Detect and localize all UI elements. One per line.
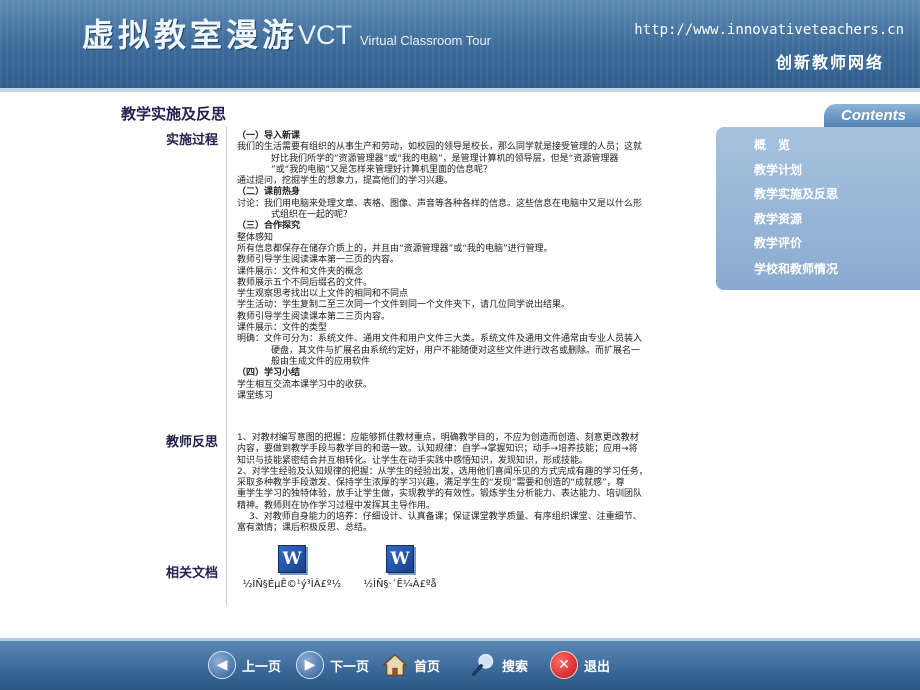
nav-item-implementation[interactable]: 教学实施及反思 [754,185,838,202]
text-line: 富有激情；课后积极反思、总结。 [237,523,373,534]
text-line: ”或“我的电脑”又是怎样来管理好计算机里面的信息呢？ [271,164,492,175]
home-button[interactable]: 首页 [382,649,440,681]
word-document-icon[interactable]: W [278,545,306,573]
nav-item-resources[interactable]: 教学资源 [754,210,802,227]
text-line: 学生相互交流本课学习中的收获。 [237,379,373,390]
arrow-right-icon[interactable]: ▶ [296,651,324,679]
search-button[interactable]: 搜索 [470,649,528,681]
text-line: 1、对教材编写意图的把握：应能够抓住教材重点，明确教学目的，不应为创造而创造、刻… [237,433,639,443]
text-line: 知识与技能紧密结合并互相转化。让学生在动手实践中感悟知识，发现知识，形成技能。 [237,455,589,466]
related-documents: W ½ÌÑ§ÉµÊ©¹ý³ÌÀ£º½ W ½ÌÑ§·´Ë¼À£ºå [237,541,697,597]
text-line: 硬盘，其文件与扩展名由系统约定好，用户不能随便对这些文件进行改名或删除。而扩展名… [271,345,641,356]
arrow-left-icon[interactable]: ◀ [208,651,236,679]
site-url: http://www.innovativeteachers.cn [634,22,904,38]
home-icon[interactable] [382,652,408,678]
text-line: 我们的生活需要有组织的从事生产和劳动，如校园的领导是校长，那么同学就是接受管理的… [237,142,643,153]
text-line: 课堂练习 [237,390,274,401]
text-line: 学生观察思考找出以上文件的相同和不同点 [237,289,409,300]
nav-item-evaluation[interactable]: 教学评价 [754,234,802,251]
nav-item-school-teacher[interactable]: 学校和教师情况 [754,260,838,277]
app-subtitle: Virtual Classroom Tour [360,33,492,48]
text-line: （三）合作探究 [237,221,301,232]
page-title: 教学实施及反思 [121,105,227,123]
text-line: 课件展示：文件和文件夹的概念 [237,266,364,277]
document-label[interactable]: ½ÌÑ§·´Ë¼À£ºå [330,579,470,590]
search-icon[interactable] [470,652,496,678]
contents-title: Contents [841,107,906,124]
text-line: 重学生学习的独特体验，放手让学生做，实现教学的有效性。锻炼学生分析能力、表达能力… [237,489,643,500]
section-label-implementation: 实施过程 [165,133,218,148]
document-link[interactable]: W ½ÌÑ§·´Ë¼À£ºå [330,541,470,590]
text-line: 教师展示五个不同后缀名的文件。 [237,277,373,288]
exit-button[interactable]: ✕ 退出 [550,649,610,681]
header-banner: 虚拟教室漫游 VCT Virtual Classroom Tour http:/… [0,0,920,90]
home-label[interactable]: 首页 [414,656,440,675]
text-line: 采取多种教学手段激发、保持学生浓厚的学习兴趣，满足学生的“发现”需要和创造的“成… [237,478,625,489]
app-title-abbrev: VCT [298,20,352,50]
header-divider [0,88,920,92]
search-label[interactable]: 搜索 [502,656,528,675]
text-line: 学生活动：学生复制二至三次同一个文件到同一个文件夹下，请几位同学说出结果。 [237,300,571,311]
nav-item-overview[interactable]: 概 览 [754,136,790,153]
text-line: 通过提问，挖掘学生的想象力，提高他们的学习兴趣。 [237,176,454,187]
next-page-button[interactable]: ▶ 下一页 [296,649,369,681]
section-label-reflection: 教师反思 [165,435,218,450]
text-line: 2、对学生经验及认知规律的把握：从学生的经验出发，选用他们喜闻乐见的方式完成有趣… [237,466,648,477]
text-line: 3、对教师自身能力的培养：仔细设计、认真备课；保证课堂教学质量、有序组织课堂、注… [249,512,642,523]
implementation-text: （一）导入新课 我们的生活需要有组织的从事生产和劳动，如校园的领导是校长，那么同学… [237,131,697,402]
reflection-text: 1、对教材编写意图的把握：应能够抓住教材重点，明确教学目的，不应为创造而创造、刻… [237,433,697,535]
text-line: （一）导入新课 [237,131,301,141]
contents-menu: 概 览 教学计划 教学实施及反思 教学资源 教学评价 学校和教师情况 [716,127,920,290]
text-line: 讨论：我们用电脑来处理文章、表格、图像、声音等各种各样的信息。这些信息在电脑中又… [237,198,643,209]
text-line: （四）学习小结 [237,368,301,379]
text-line: 好比我们所学的“资源管理器”或“我的电脑”，是管理计算机的领导层，但是“资源管理… [271,153,619,164]
footer-toolbar: ◀ 上一页 ▶ 下一页 首页 搜索 ✕ 退出 [0,641,920,690]
text-line: 课件展示：文件的类型 [237,323,328,334]
text-line: 式组织在一起的呢？ [271,210,353,221]
text-line: 整体感知 [237,232,274,243]
prev-page-label[interactable]: 上一页 [242,656,281,675]
text-line: 般由生成文件的应用软件 [271,356,371,367]
app-title: 虚拟教室漫游 [82,16,299,54]
contents-tab: Contents [824,104,920,128]
text-line: 所有信息都保存在储存介质上的，并且由“资源管理器”或“我的电脑”进行管理。 [237,243,553,254]
site-name: 创新教师网络 [775,53,884,72]
close-icon[interactable]: ✕ [550,651,578,679]
nav-item-teaching-plan[interactable]: 教学计划 [754,161,802,178]
text-line: 教师引导学生阅读课本第一三页的内容。 [237,255,400,266]
text-line: （二）课前热身 [237,187,301,198]
text-line: 精神。教师则在协作学习过程中发挥其主导作用。 [237,500,436,511]
section-label-documents: 相关文档 [165,566,218,581]
contents-panel: Contents 概 览 教学计划 教学实施及反思 教学资源 教学评价 学校和教… [716,104,920,290]
text-line: 教师引导学生阅读课本第二三页内容。 [237,311,391,322]
text-line: 明确：文件可分为：系统文件、通用文件和用户文件三大类。系统文件及通用文件通常由专… [237,334,643,345]
text-line: 内容，要做到教学手段与教学目的和谐一致。认知规律：自学→掌握知识；动手→培养技能… [237,444,638,455]
exit-label[interactable]: 退出 [584,656,610,675]
next-page-label[interactable]: 下一页 [330,656,369,675]
section-divider [226,126,227,606]
prev-page-button[interactable]: ◀ 上一页 [208,649,281,681]
word-document-icon[interactable]: W [386,545,414,573]
